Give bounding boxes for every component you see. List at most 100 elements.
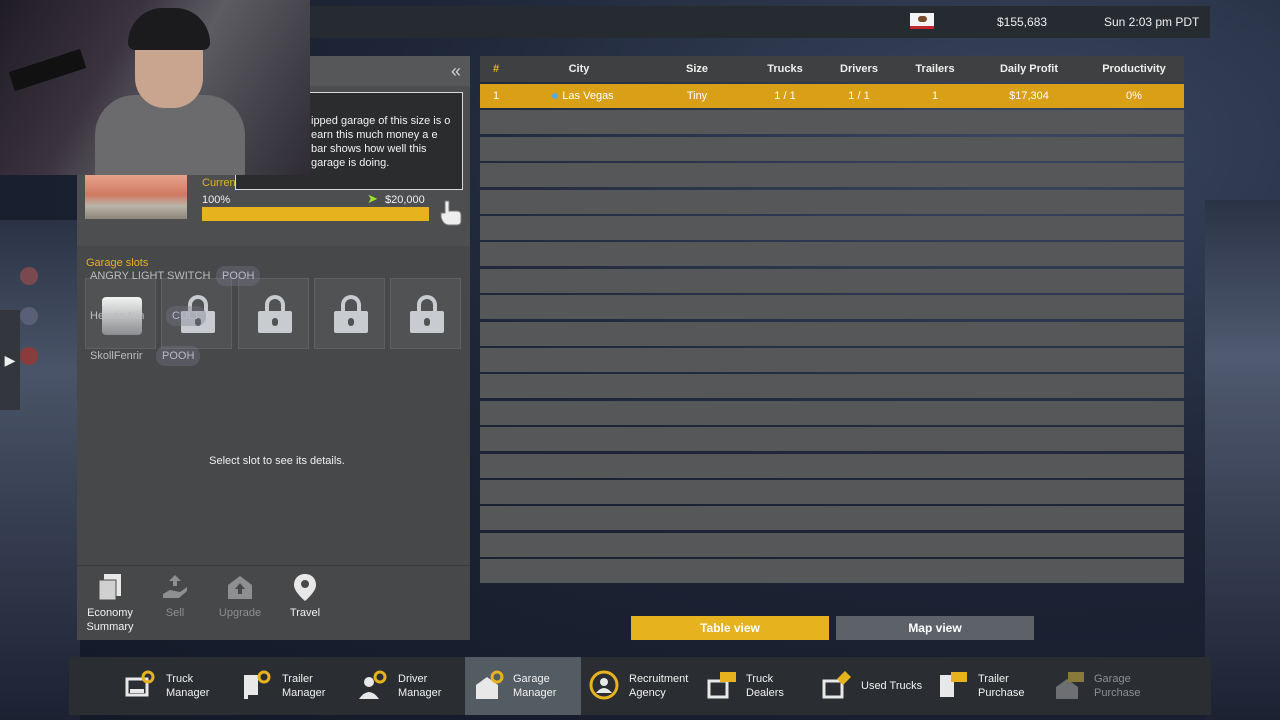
garage-slot-locked[interactable] xyxy=(314,278,385,349)
table-row-empty xyxy=(480,348,1184,372)
column-header-trailers[interactable]: Trailers xyxy=(907,63,963,75)
nav-label: Truck Dealers xyxy=(746,673,784,699)
city-marker-icon xyxy=(552,93,559,100)
chat-message: ANGRY LIGHT SWITCH POOH xyxy=(20,266,261,286)
sell-button[interactable]: Sell xyxy=(155,572,195,620)
used-trucks-icon xyxy=(822,671,851,699)
current-productivity-label: Curren xyxy=(202,177,236,189)
chat-message: SkollFenrir POOH xyxy=(20,346,201,366)
table-view-button[interactable]: Table view xyxy=(631,616,829,640)
nav-trailer-manager[interactable]: Trailer Manager xyxy=(234,657,346,715)
economy-summary-button[interactable]: Economy Summary xyxy=(82,572,138,634)
nav-garage-manager[interactable]: Garage Manager xyxy=(465,657,581,715)
table-row-empty xyxy=(480,163,1184,188)
table-row-empty xyxy=(480,189,1184,214)
avatar xyxy=(20,307,38,326)
expand-side-panel-icon[interactable]: ▶ xyxy=(0,310,20,410)
nav-label: Trailer Manager xyxy=(282,673,326,699)
table-row-empty xyxy=(480,136,1184,161)
background-scenery-right xyxy=(1205,200,1280,720)
top-status-bar xyxy=(300,6,1210,38)
table-row-empty xyxy=(480,400,1184,425)
column-header-number[interactable]: # xyxy=(490,63,502,75)
action-label: Sell xyxy=(165,607,185,619)
table-row[interactable]: 1 Las Vegas Tiny 1 / 1 1 / 1 1 $17,304 0… xyxy=(480,84,1184,108)
trailer-manager-icon xyxy=(244,670,271,699)
avatar xyxy=(20,267,38,286)
city-name: Las Vegas xyxy=(562,90,614,102)
nav-label: Driver Manager xyxy=(398,673,442,699)
nav-truck-dealers[interactable]: Truck Dealers xyxy=(702,657,814,715)
lock-icon xyxy=(258,295,292,333)
garage-slot-locked[interactable] xyxy=(390,278,461,349)
action-label: Economy xyxy=(87,607,133,619)
column-header-productivity[interactable]: Productivity xyxy=(1094,63,1174,75)
table-row-empty xyxy=(480,532,1184,557)
table-row-empty xyxy=(480,480,1184,504)
row-trailers: 1 xyxy=(931,90,939,102)
column-header-size[interactable]: Size xyxy=(672,63,722,75)
select-slot-hint: Select slot to see its details. xyxy=(209,455,345,467)
california-flag-icon xyxy=(910,13,934,29)
table-row-empty xyxy=(480,559,1184,584)
garage-thumbnail xyxy=(85,175,187,219)
streamer-webcam xyxy=(0,0,310,175)
table-row-empty xyxy=(480,321,1184,346)
row-trucks: 1 / 1 xyxy=(774,90,796,102)
chat-username: Heretic Nin xyxy=(90,310,145,322)
garage-slot-locked[interactable] xyxy=(238,278,309,349)
action-label: Travel xyxy=(289,607,321,619)
lock-icon xyxy=(410,295,444,333)
garage-manager-icon xyxy=(476,670,504,699)
garages-table: # City Size Trucks Drivers Trailers Dail… xyxy=(480,56,1184,584)
chat-message: Heretic Nin CULT xyxy=(20,306,206,326)
row-drivers: 1 / 1 xyxy=(848,90,870,102)
row-size: Tiny xyxy=(686,90,708,102)
nav-label: Garage Purchase xyxy=(1094,673,1141,699)
lock-icon xyxy=(334,295,368,333)
nav-label: Trailer Purchase xyxy=(978,673,1025,699)
nav-driver-manager[interactable]: Driver Manager xyxy=(350,657,462,715)
collapse-panel-icon[interactable]: « xyxy=(445,60,467,82)
table-row-empty xyxy=(480,374,1184,399)
nav-trailer-purchase[interactable]: Trailer Purchase xyxy=(935,657,1051,715)
nav-recruitment-agency[interactable]: Recruitment Agency xyxy=(584,657,700,715)
truck-dealers-icon xyxy=(707,672,736,699)
table-header: # City Size Trucks Drivers Trailers Dail… xyxy=(480,56,1184,82)
chat-username: ANGRY LIGHT SWITCH xyxy=(90,270,211,282)
map-pin-icon xyxy=(294,574,316,601)
garage-upgrade-icon xyxy=(228,576,252,599)
table-row-empty xyxy=(480,506,1184,531)
money-balance: $155,683 xyxy=(997,15,1048,29)
sell-hand-icon xyxy=(163,575,187,598)
trailer-purchase-icon xyxy=(940,672,967,697)
column-header-city[interactable]: City xyxy=(555,63,603,75)
recruitment-agency-icon xyxy=(589,670,619,700)
nav-used-trucks[interactable]: Used Trucks xyxy=(817,657,933,715)
column-header-daily-profit[interactable]: Daily Profit xyxy=(990,63,1068,75)
row-productivity: 0% xyxy=(1126,90,1142,102)
column-header-drivers[interactable]: Drivers xyxy=(832,63,886,75)
garage-purchase-icon xyxy=(1056,672,1084,699)
table-row-empty xyxy=(480,268,1184,293)
map-view-button[interactable]: Map view xyxy=(836,616,1034,640)
nav-label: Used Trucks xyxy=(861,680,923,692)
chat-badge: POOH xyxy=(156,346,201,366)
table-row-empty xyxy=(480,453,1184,478)
travel-button[interactable]: Travel xyxy=(285,572,325,620)
row-number: 1 xyxy=(492,90,500,102)
driver-manager-icon xyxy=(359,670,387,699)
row-daily-profit: $17,304 xyxy=(1009,90,1049,102)
upgrade-button[interactable]: Upgrade xyxy=(212,572,268,620)
nav-label: Truck Manager xyxy=(166,673,210,699)
background-scenery-left xyxy=(0,220,80,720)
nav-truck-manager[interactable]: Truck Manager xyxy=(118,657,230,715)
column-header-trucks[interactable]: Trucks xyxy=(760,63,810,75)
nav-garage-purchase[interactable]: Garage Purchase xyxy=(1052,657,1168,715)
mouse-cursor-icon xyxy=(439,199,462,226)
productivity-percent: 100% xyxy=(202,194,231,206)
action-label: Summary xyxy=(86,621,134,633)
chat-badge: POOH xyxy=(216,266,261,286)
table-row-empty xyxy=(480,427,1184,452)
nav-label: Recruitment Agency xyxy=(629,673,689,699)
